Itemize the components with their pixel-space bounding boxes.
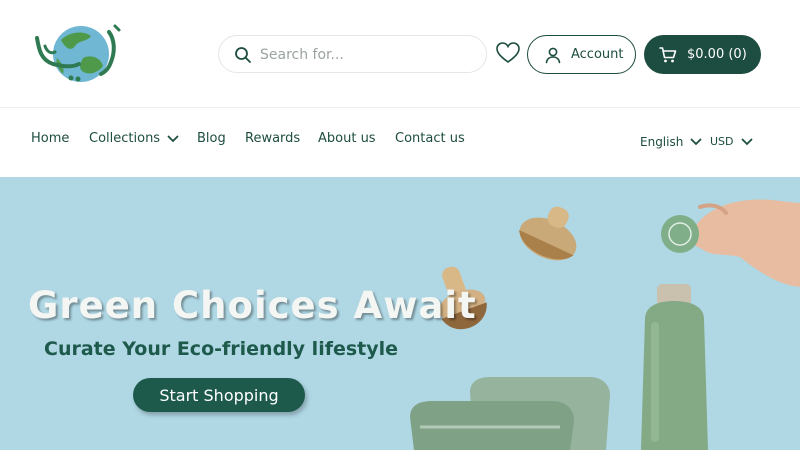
cart-total: $0.00 (0)	[687, 47, 747, 62]
language-label: English	[640, 135, 684, 149]
hero-banner: Green Choices Await Curate Your Eco-frie…	[0, 177, 800, 450]
nav-item-label: About us	[318, 131, 376, 146]
currency-selector[interactable]: USD	[710, 135, 753, 148]
search-input[interactable]	[260, 44, 470, 66]
nav-item-blog[interactable]: Blog	[197, 131, 226, 146]
language-selector[interactable]: English	[640, 135, 702, 149]
cart-button[interactable]: $0.00 (0)	[644, 35, 761, 74]
cart-icon	[659, 46, 677, 62]
nav-item-contact-us[interactable]: Contact us	[395, 131, 465, 146]
chevron-down-icon	[167, 135, 179, 142]
account-button[interactable]: Account	[527, 35, 636, 74]
user-icon	[545, 47, 561, 63]
nav-item-label: Collections	[89, 131, 161, 146]
site-logo[interactable]	[31, 18, 125, 88]
start-shopping-button[interactable]: Start Shopping	[133, 378, 305, 412]
currency-label: USD	[710, 135, 734, 148]
nav-item-home[interactable]: Home	[31, 131, 69, 146]
heart-icon[interactable]	[495, 41, 521, 65]
main-navigation: Home Collections Blog Rewards About us C…	[0, 109, 800, 177]
nav-item-about-us[interactable]: About us	[318, 131, 376, 146]
chevron-down-icon	[741, 138, 752, 145]
nav-item-label: Home	[31, 131, 70, 146]
nav-item-label: Contact us	[395, 131, 465, 146]
chevron-down-icon	[690, 138, 702, 146]
hero-title: Green Choices Await	[28, 284, 477, 327]
search-icon[interactable]	[234, 46, 252, 64]
nav-item-label: Rewards	[245, 131, 301, 146]
site-header: Account $0.00 (0)	[0, 0, 800, 108]
nav-item-rewards[interactable]: Rewards	[245, 131, 300, 146]
search-bar	[218, 35, 487, 73]
hero-subtitle: Curate Your Eco-friendly lifestyle	[44, 338, 399, 360]
account-label: Account	[571, 47, 624, 62]
nav-item-collections[interactable]: Collections	[89, 131, 179, 146]
brush-image	[519, 206, 577, 261]
nav-item-label: Blog	[197, 131, 226, 146]
